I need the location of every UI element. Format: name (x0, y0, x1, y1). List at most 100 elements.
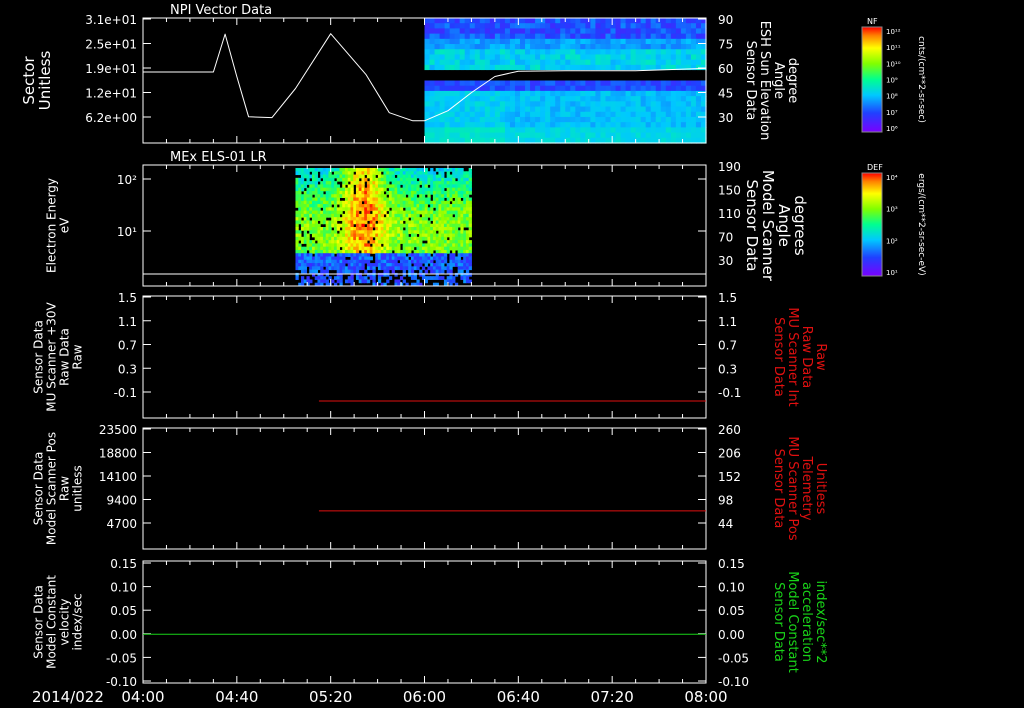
right-y-label-line: acceleration (799, 582, 814, 662)
y-tick-label: -0.10 (106, 675, 137, 689)
right-y-label-line: Sensor Data (771, 582, 786, 662)
colorbar-tick-label: 10⁴ (886, 174, 898, 182)
right-y-label-line: Raw (813, 343, 828, 371)
multi-panel-time-series-plot: 3.1e+01 2.5e+01 1.9e+01 1.2e+01 6.2e+00 90 75 6… (20, 3, 926, 706)
y-tick-label: 1.2e+01 (85, 87, 137, 101)
y-tick-label: 23500 (99, 423, 137, 437)
right-y-tick-label: 70 (718, 231, 733, 245)
right-y-tick-label: 45 (718, 87, 733, 101)
y-tick-label: 1.9e+01 (85, 62, 137, 76)
y-tick-label: 4700 (106, 517, 137, 531)
right-y-label-line: Sensor Data (771, 449, 786, 529)
right-y-label-line: MU Scanner Pos (785, 436, 800, 541)
right-y-tick-label: 0.7 (718, 339, 737, 353)
panel-4: 23500 18800 14100 9400 4700 260 206 152 98 44 Sens… (32, 423, 828, 550)
left-y-label-line: Model Constant (45, 575, 59, 669)
y-tick-label: 0.00 (110, 628, 137, 642)
panel-4-frame (142, 427, 707, 550)
right-y-tick-label: 1.5 (718, 291, 737, 305)
npi-spectrogram-image (424, 18, 707, 144)
right-y-label-line: degree (785, 58, 800, 104)
colorbar-tick-label: 10³ (886, 206, 898, 214)
right-y-tick-label: 1.1 (718, 315, 737, 329)
right-y-tick-label: 260 (718, 423, 741, 437)
panel-5: 0.15 0.10 0.05 0.00 -0.05 -0.10 0.15 0.10 0.05 0.… (32, 557, 829, 689)
x-tick-label: 05:20 (309, 688, 352, 706)
panel-5-frame (142, 560, 707, 684)
y-tick-label: 2.5e+01 (85, 38, 137, 52)
right-y-label-line: Model Constant (785, 571, 800, 673)
right-y-label-line: Angle (771, 62, 786, 99)
colorbar-tick-label: 10¹ (886, 269, 898, 277)
colorbar-tick-label: 10¹⁰ (886, 60, 901, 68)
left-y-label-line: eV (58, 217, 72, 233)
x-tick-label: 06:40 (497, 688, 540, 706)
right-y-tick-label: 98 (718, 494, 733, 508)
colorbar-tick-label: 10⁶ (886, 125, 898, 133)
left-y-axis-label: SectorUnitless (20, 51, 54, 111)
left-y-label-line: Raw Data (58, 328, 72, 386)
right-y-tick-label: 75 (718, 38, 733, 52)
left-y-label-line: Unitless (36, 51, 54, 111)
left-y-axis-label: Electron Energy eV (45, 178, 72, 273)
colorbar-tick-label: 10¹¹ (886, 44, 901, 52)
left-y-label-line: Raw (71, 344, 85, 369)
right-y-axis-label: Sensor DataModel ScannerAngledegrees (743, 170, 809, 282)
colorbar-1-units: cnts/(cm**2-sr-sec) (916, 36, 926, 123)
y-tick-label: 14100 (99, 470, 137, 484)
y-tick-label: 6.2e+00 (85, 111, 137, 125)
right-y-tick-label: 60 (718, 62, 733, 76)
right-y-label-line: Raw Data (799, 326, 814, 389)
left-y-label-line: velocity (58, 599, 72, 646)
right-y-label-line: Sensor Data (771, 317, 786, 397)
y-tick-label: -0.05 (106, 651, 137, 665)
right-y-tick-label: 90 (718, 13, 733, 27)
right-y-tick-label: 150 (718, 184, 741, 198)
colorbar-1-label: NF (867, 17, 878, 26)
left-y-axis-label: Sensor Data MU Scanner +30V Raw Data Raw (32, 302, 85, 412)
panel-title: NPI Vector Data (170, 3, 272, 18)
right-y-label-line: MU Scanner Int (785, 307, 800, 406)
right-y-tick-label: 190 (718, 160, 741, 174)
els-spectrogram-image (295, 168, 472, 287)
colorbar-1: NF 10¹² 10¹¹ 10¹⁰ 10⁹ 10⁸ 10⁷ 10⁶ cnts/(cm**2-sr… (861, 17, 926, 133)
right-y-label-line: Model Scanner (759, 170, 777, 282)
x-tick-label: 04:40 (215, 688, 258, 706)
right-y-label-line: Angle (775, 204, 793, 247)
right-y-tick-label: 0.00 (718, 628, 745, 642)
left-y-axis-label: Sensor Data Model Scanner Pos Raw unitless (32, 432, 85, 545)
right-y-label-line: degrees (791, 195, 809, 256)
panel-title: MEx ELS-01 LR (170, 150, 267, 165)
left-y-label-line: unitless (71, 465, 85, 511)
left-y-label-line: Electron Energy (45, 178, 59, 273)
right-y-label-line: Telemetry (799, 455, 814, 520)
right-y-tick-label: 0.05 (718, 604, 745, 618)
right-y-tick-label: 152 (718, 470, 741, 484)
right-y-tick-label: 206 (718, 447, 741, 461)
right-y-axis-label: Sensor Data MU Scanner Pos Telemetry Unitle… (771, 436, 828, 541)
y-tick-label: 9400 (106, 494, 137, 508)
right-y-tick-label: 30 (718, 254, 733, 268)
y-tick-label: 10¹ (117, 225, 137, 239)
right-y-tick-label: 0.10 (718, 581, 745, 595)
colorbar-tick-label: 10⁹ (886, 77, 898, 85)
x-tick-label: 06:00 (403, 688, 446, 706)
y-tick-label: -0.1 (114, 386, 137, 400)
x-tick-label: 08:00 (684, 688, 727, 706)
x-tick-label: 07:20 (591, 688, 634, 706)
right-y-label-line: Unitless (813, 463, 828, 515)
left-y-label-line: Sensor Data (32, 320, 46, 394)
left-y-label-line: MU Scanner +30V (45, 302, 59, 412)
y-tick-label: 0.05 (110, 604, 137, 618)
y-tick-label: 1.5 (118, 291, 137, 305)
x-tick-label: 04:00 (121, 688, 164, 706)
y-tick-label: 3.1e+01 (85, 13, 137, 27)
colorbar-tick-label: 10¹² (886, 28, 901, 36)
right-y-label-line: Sensor Data (743, 41, 758, 121)
right-y-tick-label: -0.1 (718, 386, 741, 400)
right-y-tick-label: -0.05 (718, 651, 749, 665)
left-y-axis-label: Sensor Data Model Constant velocity index/s… (32, 575, 85, 669)
npi-series-line-1 (143, 33, 425, 122)
left-y-label-line: Sensor Data (32, 452, 46, 526)
colorbar-2: DEF10⁴ 10³ 10² 10¹ ergs/(cm**2-sr-sec-eV) (861, 163, 926, 277)
